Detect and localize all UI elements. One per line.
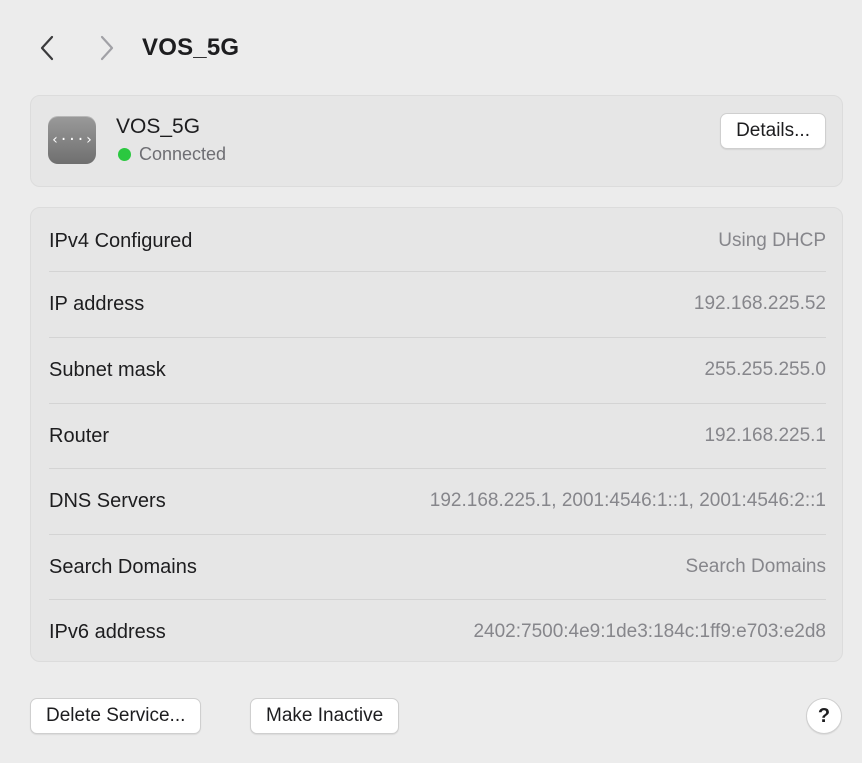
network-service-window: VOS_5G ‹···› VOS_5G Connected Details...… — [0, 0, 862, 763]
help-button[interactable]: ? — [806, 698, 842, 734]
info-row-dns-servers: DNS Servers 192.168.225.1, 2001:4546:1::… — [49, 468, 826, 534]
row-label: Search Domains — [49, 555, 197, 578]
info-row-subnet-mask: Subnet mask 255.255.255.0 — [49, 337, 826, 403]
back-button[interactable] — [30, 28, 64, 68]
details-button[interactable]: Details... — [720, 113, 826, 149]
chevron-right-icon — [100, 35, 114, 61]
service-summary-card: ‹···› VOS_5G Connected Details... — [30, 95, 843, 187]
row-value: 192.168.225.1, 2001:4546:1::1, 2001:4546… — [429, 490, 826, 511]
info-row-router: Router 192.168.225.1 — [49, 403, 826, 469]
row-value: 255.255.255.0 — [704, 359, 826, 380]
info-row-search-domains: Search Domains Search Domains — [49, 534, 826, 600]
network-info-list: IPv4 Configured Using DHCP IP address 19… — [30, 207, 843, 662]
status-text: Connected — [139, 144, 227, 164]
info-row-ipv4-configured: IPv4 Configured Using DHCP — [49, 208, 826, 274]
row-value: 192.168.225.52 — [693, 293, 826, 314]
service-name: VOS_5G — [116, 115, 201, 138]
row-label: Router — [49, 424, 110, 447]
page-title: VOS_5G — [142, 34, 240, 61]
row-value: 2402:7500:4e9:1de3:184c:1ff9:e703:e2d8 — [473, 621, 826, 642]
delete-service-button[interactable]: Delete Service... — [30, 698, 202, 734]
row-value: Using DHCP — [718, 230, 826, 251]
row-label: DNS Servers — [49, 489, 166, 512]
info-row-ipv6-address: IPv6 address 2402:7500:4e9:1de3:184c:1ff… — [49, 599, 826, 665]
row-value: Search Domains — [685, 556, 826, 577]
row-label: Subnet mask — [49, 358, 166, 381]
row-label: IPv6 address — [49, 620, 166, 643]
status-dot-icon — [118, 148, 131, 161]
header: VOS_5G — [30, 26, 239, 70]
row-value: 192.168.225.1 — [704, 425, 826, 446]
make-inactive-button[interactable]: Make Inactive — [250, 698, 400, 734]
row-label: IP address — [49, 292, 145, 315]
row-label: IPv4 Configured — [49, 229, 193, 252]
wifi-hotspot-icon: ‹···› — [48, 116, 96, 164]
forward-button[interactable] — [90, 28, 124, 68]
info-row-ip-address: IP address 192.168.225.52 — [49, 271, 826, 337]
connection-status: Connected — [118, 144, 226, 165]
chevron-left-icon — [40, 35, 54, 61]
